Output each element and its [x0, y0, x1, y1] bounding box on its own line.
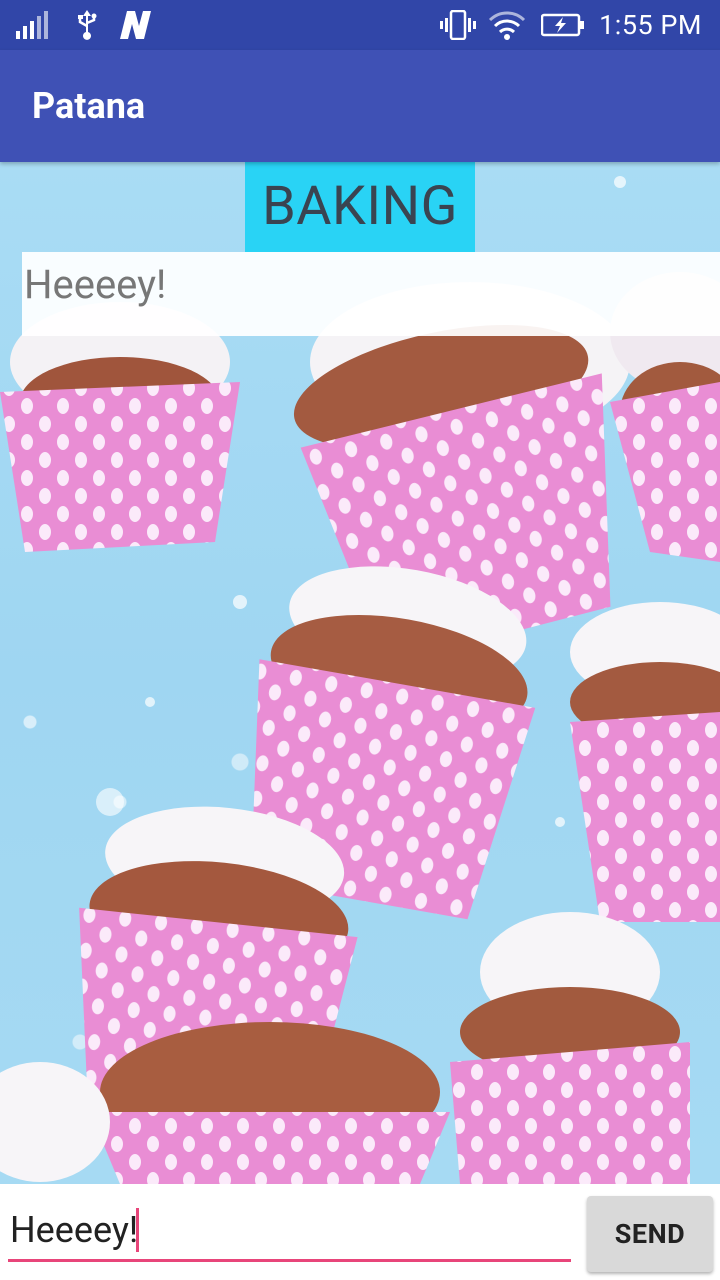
message-input[interactable]: [8, 1200, 571, 1262]
app-bar: Patana: [0, 50, 720, 162]
composer-bar: SEND: [0, 1184, 720, 1280]
usb-icon: [76, 0, 98, 50]
app-title: Patana: [32, 85, 146, 127]
message-display: Heeeey!: [22, 252, 720, 336]
status-time: 1:55 PM: [599, 9, 702, 41]
status-bar: 1:55 PM: [0, 0, 720, 50]
send-button[interactable]: SEND: [587, 1196, 713, 1272]
category-badge: BAKING: [245, 162, 475, 252]
signal-icon: [16, 0, 48, 50]
text-cursor: [136, 1208, 139, 1252]
battery-charging-icon: [541, 0, 585, 50]
notification-n-icon: [118, 0, 152, 50]
wifi-icon: [488, 0, 526, 50]
vibrate-icon: [440, 0, 476, 50]
content-area: BAKING Heeeey!: [0, 162, 720, 1184]
